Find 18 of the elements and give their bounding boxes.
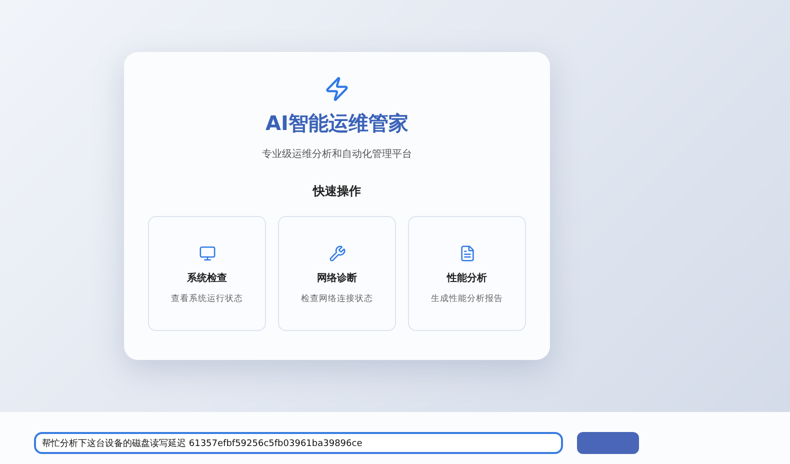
send-button[interactable] <box>577 432 639 454</box>
action-description: 检查网络连接状态 <box>301 293 373 305</box>
document-icon <box>458 245 476 262</box>
action-title: 系统检查 <box>187 272 227 285</box>
quick-action-card[interactable]: 网络诊断 检查网络连接状态 <box>278 216 396 331</box>
action-title: 性能分析 <box>447 272 487 285</box>
wrench-icon <box>328 245 346 262</box>
app-subtitle: 专业级运维分析和自动化管理平台 <box>262 148 412 161</box>
message-input[interactable]: 帮忙分析下这台设备的磁盘读写延迟 61357efbf59256c5fb03961ba39896ce <box>34 432 563 454</box>
action-description: 查看系统运行状态 <box>171 293 243 305</box>
app-title: AI智能运维管家 <box>266 110 408 137</box>
action-description: 生成性能分析报告 <box>431 293 503 305</box>
monitor-icon <box>198 245 216 262</box>
action-title: 网络诊断 <box>317 272 357 285</box>
quick-action-card[interactable]: 系统检查 查看系统运行状态 <box>148 216 266 331</box>
lightning-icon <box>324 76 350 102</box>
quick-action-card[interactable]: 性能分析 生成性能分析报告 <box>408 216 526 331</box>
section-heading: 快速操作 <box>313 183 361 200</box>
